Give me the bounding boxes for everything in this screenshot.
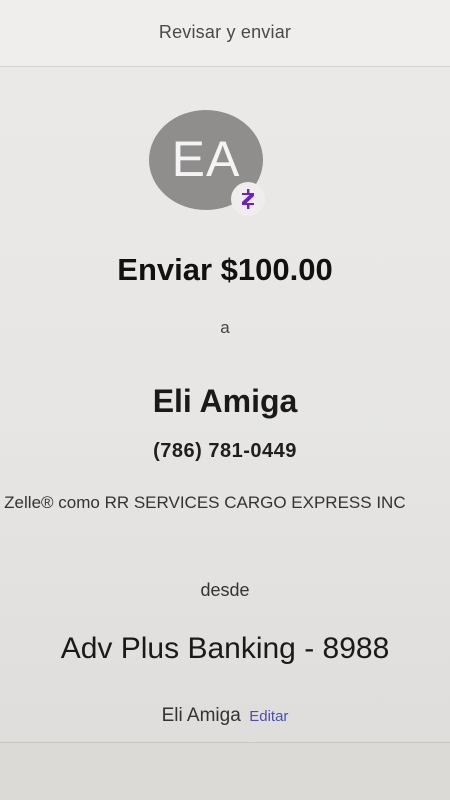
recipient-enrolled-text: n Zelle® como RR SERVICES CARGO EXPRESS …: [0, 493, 406, 512]
edit-sender-link[interactable]: Editar: [249, 708, 288, 725]
page-title: Revisar y enviar: [158, 22, 292, 42]
avatar-initials: EA: [171, 131, 241, 187]
zelle-badge: [231, 182, 265, 216]
to-connector: a: [220, 318, 230, 337]
sender-name: Eli Amiga: [161, 705, 241, 726]
from-label: desde: [200, 580, 250, 600]
review-and-send-screen: Revisar y enviar EA Enviar $100.00 a Eli…: [0, 0, 450, 800]
bottom-area: [0, 743, 450, 800]
zelle-icon: [242, 189, 254, 209]
header: Revisar y enviar: [0, 0, 450, 67]
sender-row: Eli Amiga Editar: [0, 705, 450, 727]
recipient-name: Eli Amiga: [152, 383, 298, 419]
send-amount: Enviar $100.00: [117, 252, 333, 287]
funding-account: Adv Plus Banking - 8988: [60, 632, 390, 665]
recipient-phone: (786) 781-0449: [153, 440, 297, 462]
